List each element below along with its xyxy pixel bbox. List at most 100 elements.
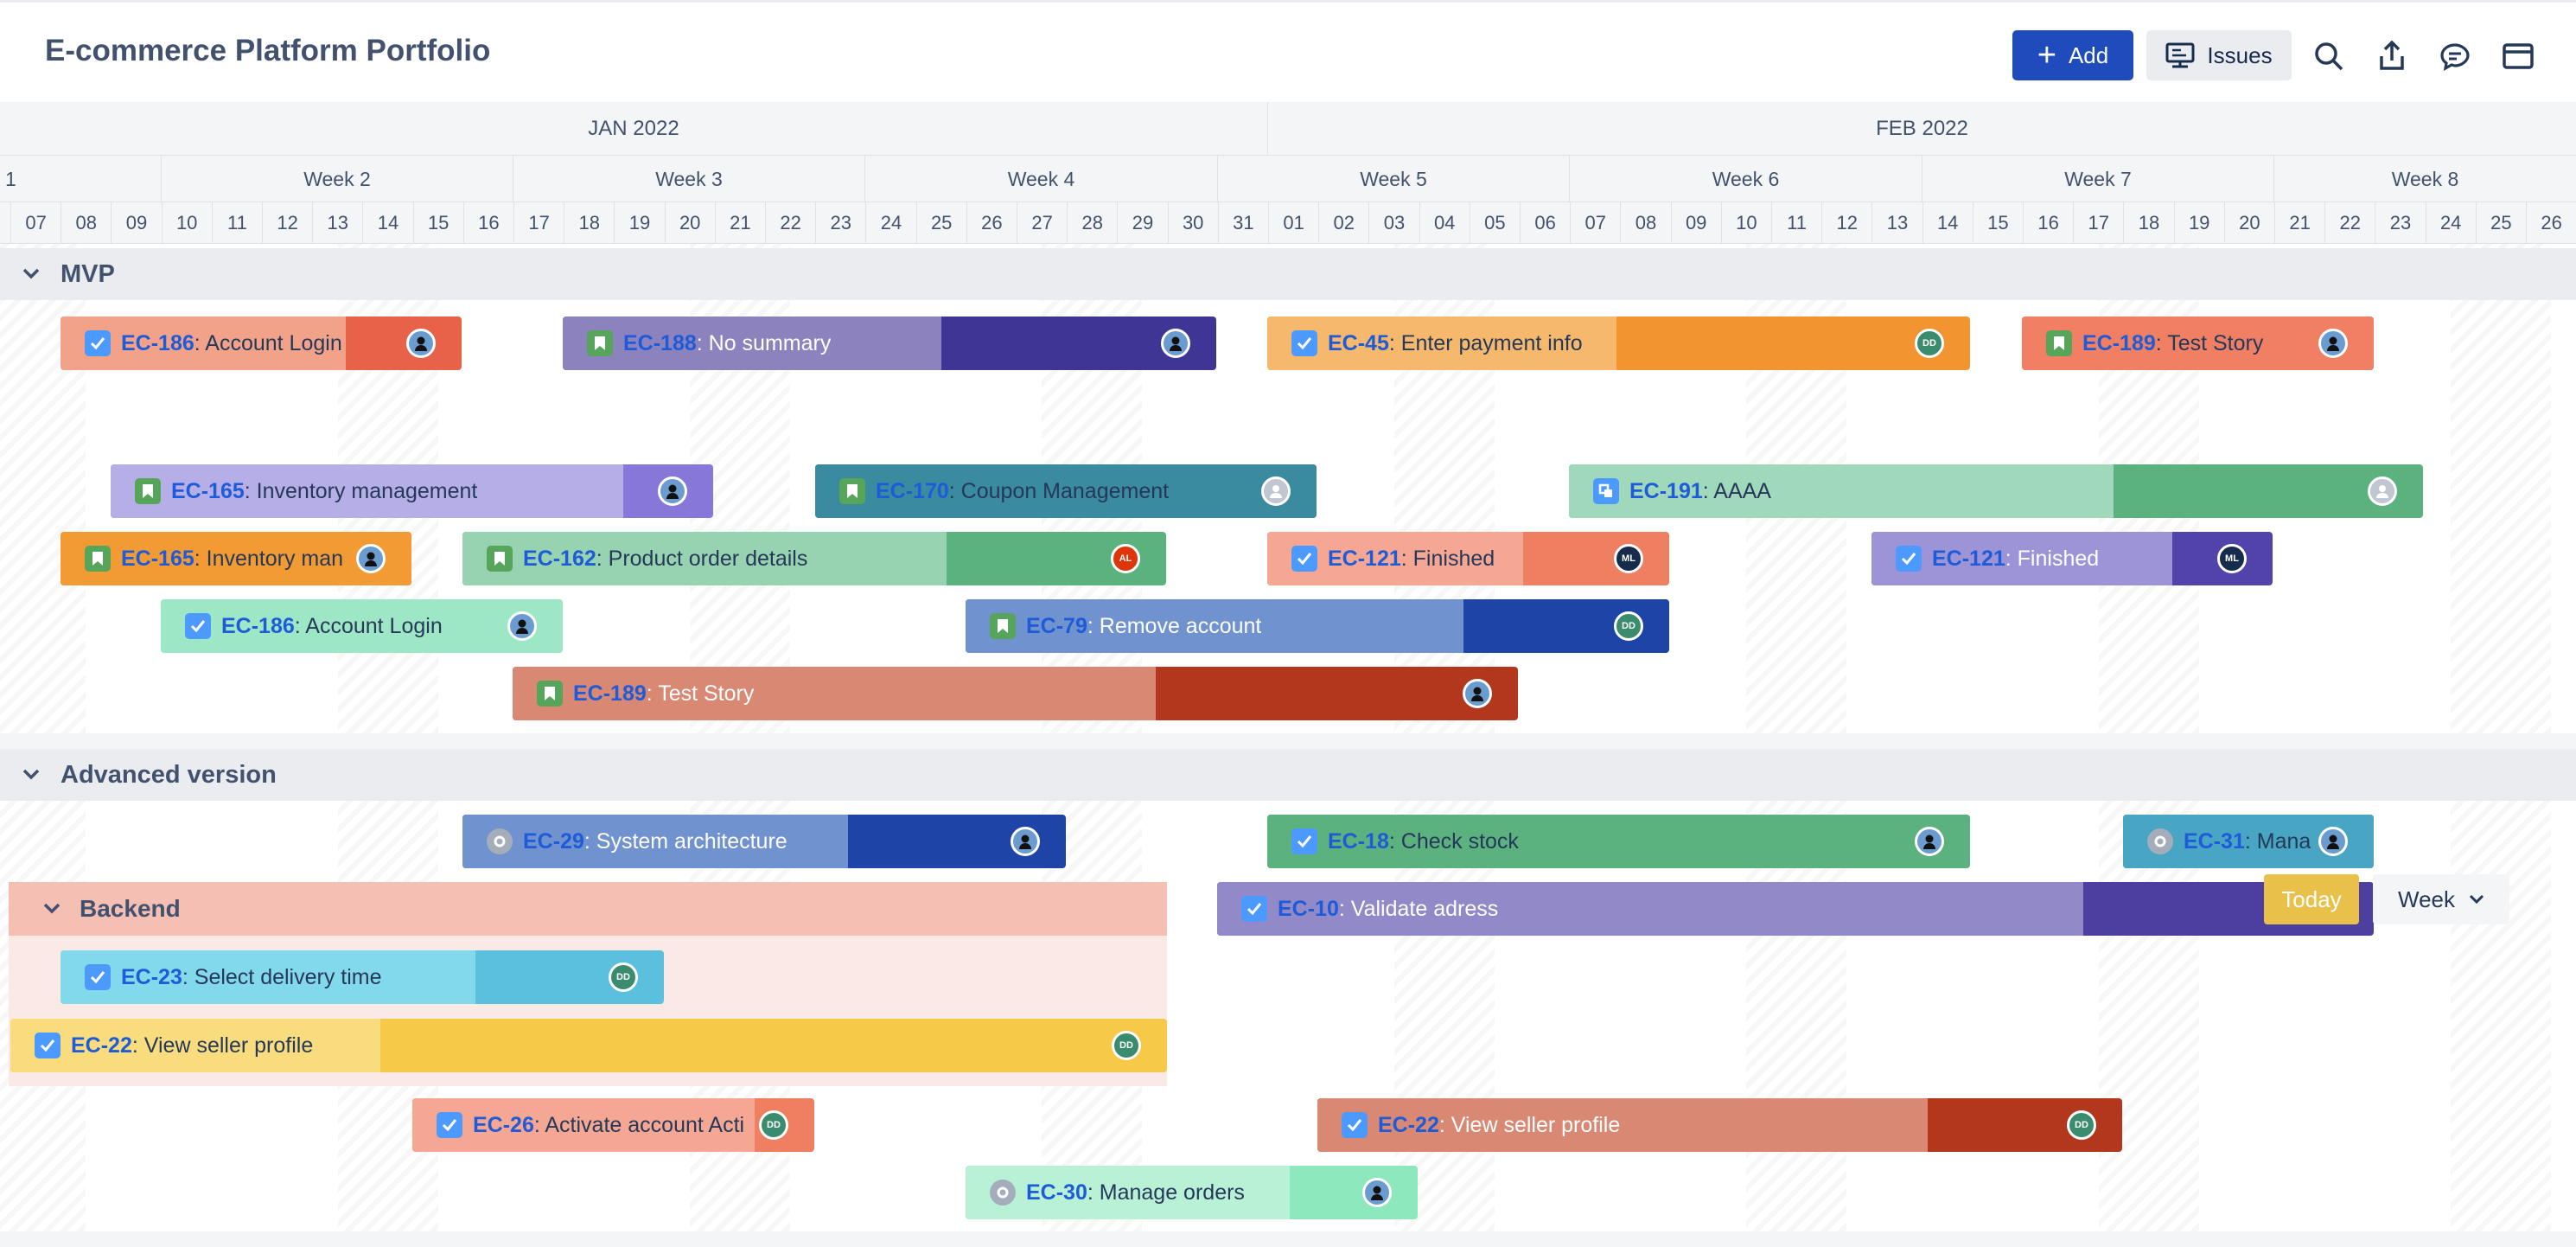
group-header-advanced[interactable]: Advanced version (0, 749, 2576, 801)
search-icon[interactable] (2311, 39, 2346, 74)
issue-key[interactable]: EC-188 (623, 331, 697, 355)
issue-key[interactable]: EC-186 (221, 614, 295, 638)
today-button[interactable]: Today (2264, 874, 2359, 924)
avatar (2368, 476, 2397, 506)
bookmark-icon (487, 546, 513, 572)
day-label: 16 (2023, 202, 2073, 244)
day-label: 22 (2324, 202, 2375, 244)
issue-key[interactable]: EC-189 (573, 681, 647, 706)
issue-bar[interactable]: EC-186: Account Login (161, 599, 563, 653)
week-label: 1 (5, 167, 16, 190)
issue-key[interactable]: EC-18 (1328, 829, 1389, 854)
issue-key[interactable]: EC-162 (523, 547, 596, 571)
group-header-mvp[interactable]: MVP (0, 248, 2576, 300)
issue-key[interactable]: EC-191 (1629, 479, 1703, 503)
day-label: 06 (1520, 202, 1570, 244)
day-label: 05 (1469, 202, 1520, 244)
issue-key[interactable]: EC-121 (1932, 547, 2005, 571)
day-label: 11 (1771, 202, 1821, 244)
checkbox-icon (1896, 546, 1922, 572)
week-label: Week 2 (161, 156, 513, 202)
issue-bar[interactable]: EC-186: Account Login (61, 317, 462, 370)
comment-icon[interactable] (2438, 39, 2472, 74)
chevron-down-icon (43, 903, 61, 914)
issue-key[interactable]: EC-23 (121, 965, 182, 989)
issue-summary: : Remove account (1087, 613, 1262, 638)
issue-key[interactable]: EC-10 (1278, 897, 1339, 921)
issue-bar[interactable]: EC-22: View seller profile DD (1317, 1098, 2122, 1152)
checkbox-icon (1291, 828, 1317, 854)
day-label: 26 (2526, 202, 2576, 244)
issue-summary: : Inventory man (194, 546, 344, 571)
issue-summary: : System architecture (583, 828, 787, 854)
day-label: 21 (714, 202, 765, 244)
day-label: 25 (915, 202, 966, 244)
issue-key[interactable]: EC-22 (1378, 1113, 1439, 1137)
month-row: JAN 2022 FEB 2022 (0, 102, 2576, 156)
issue-key[interactable]: EC-26 (473, 1113, 534, 1137)
issue-key[interactable]: EC-45 (1328, 331, 1389, 355)
group-label: Backend (80, 895, 181, 922)
issue-bar[interactable]: EC-29: System architecture (462, 815, 1066, 868)
issue-key[interactable]: EC-121 (1328, 547, 1401, 571)
issue-bar[interactable]: EC-10: Validate adress (1217, 882, 2374, 936)
issue-key[interactable]: EC-22 (71, 1033, 132, 1058)
issues-button-label: Issues (2207, 42, 2273, 68)
issue-summary: : Test Story (2155, 330, 2264, 355)
avatar (2318, 329, 2348, 358)
issue-bar[interactable]: EC-18: Check stock (1267, 815, 1970, 868)
day-label: 08 (61, 202, 111, 244)
issue-bar[interactable]: EC-45: Enter payment info DD (1267, 317, 1970, 370)
checkbox-icon (1342, 1112, 1368, 1138)
issue-key[interactable]: EC-170 (876, 479, 949, 503)
issue-key[interactable]: EC-186 (121, 331, 194, 355)
bookmark-icon (990, 613, 1016, 639)
day-label: 20 (664, 202, 715, 244)
checkbox-icon (85, 964, 111, 990)
issue-bar[interactable]: EC-26: Activate account Acti DD (412, 1098, 814, 1152)
scale-select[interactable]: Week (2373, 874, 2509, 924)
issue-bar[interactable]: EC-162: Product order details AL (462, 532, 1166, 585)
checkbox-icon (1291, 546, 1317, 572)
issue-bar[interactable]: EC-165: Inventory management (111, 464, 713, 518)
issue-bar[interactable]: EC-165: Inventory man (61, 532, 411, 585)
issue-bar[interactable]: EC-191: AAAA (1569, 464, 2423, 518)
day-label: 31 (1217, 202, 1268, 244)
plus-icon: + (2037, 37, 2056, 74)
issue-key[interactable]: EC-79 (1026, 614, 1087, 638)
issue-key[interactable]: EC-165 (121, 547, 194, 571)
issue-bar[interactable]: EC-30: Manage orders (966, 1166, 1418, 1219)
panel-icon[interactable] (2501, 39, 2535, 74)
scale-select-label: Week (2398, 886, 2455, 912)
issue-key[interactable]: EC-29 (523, 829, 584, 854)
bookmark-icon (135, 478, 161, 504)
issue-summary: : Test Story (646, 681, 755, 706)
issue-bar[interactable]: EC-23: Select delivery time DD (61, 950, 664, 1004)
issue-summary: : Select delivery time (182, 964, 382, 989)
issues-button[interactable]: Issues (2146, 30, 2292, 80)
issue-bar[interactable]: EC-170: Coupon Management (815, 464, 1317, 518)
circle-icon (2147, 828, 2173, 854)
issue-key[interactable]: EC-165 (171, 479, 245, 503)
circle-icon (487, 828, 513, 854)
issue-bar[interactable]: EC-189: Test Story (2022, 317, 2374, 370)
issue-bar[interactable]: EC-188: No summary (563, 317, 1216, 370)
issue-bar[interactable]: EC-79: Remove account DD (966, 599, 1669, 653)
group-header-backend[interactable]: Backend (9, 882, 1167, 936)
avatar: DD (1915, 329, 1944, 358)
day-label: 20 (2223, 202, 2274, 244)
issue-key[interactable]: EC-189 (2082, 331, 2156, 355)
share-icon[interactable] (2375, 39, 2409, 74)
issue-bar[interactable]: EC-189: Test Story (513, 667, 1518, 720)
issue-summary: : AAAA (1702, 478, 1771, 503)
issue-bar[interactable]: EC-31: Mana (2123, 815, 2374, 868)
day-label: 12 (262, 202, 312, 244)
issue-key[interactable]: EC-30 (1026, 1180, 1087, 1205)
day-label: 15 (412, 202, 463, 244)
issue-key[interactable]: EC-31 (2184, 829, 2245, 854)
issue-bar[interactable]: EC-121: Finished ML (1871, 532, 2273, 585)
issue-bar[interactable]: EC-121: Finished ML (1267, 532, 1669, 585)
add-button[interactable]: + Add (2012, 30, 2133, 80)
day-label: 07 (10, 202, 61, 244)
issue-bar[interactable]: EC-22: View seller profile DD (10, 1019, 1167, 1072)
